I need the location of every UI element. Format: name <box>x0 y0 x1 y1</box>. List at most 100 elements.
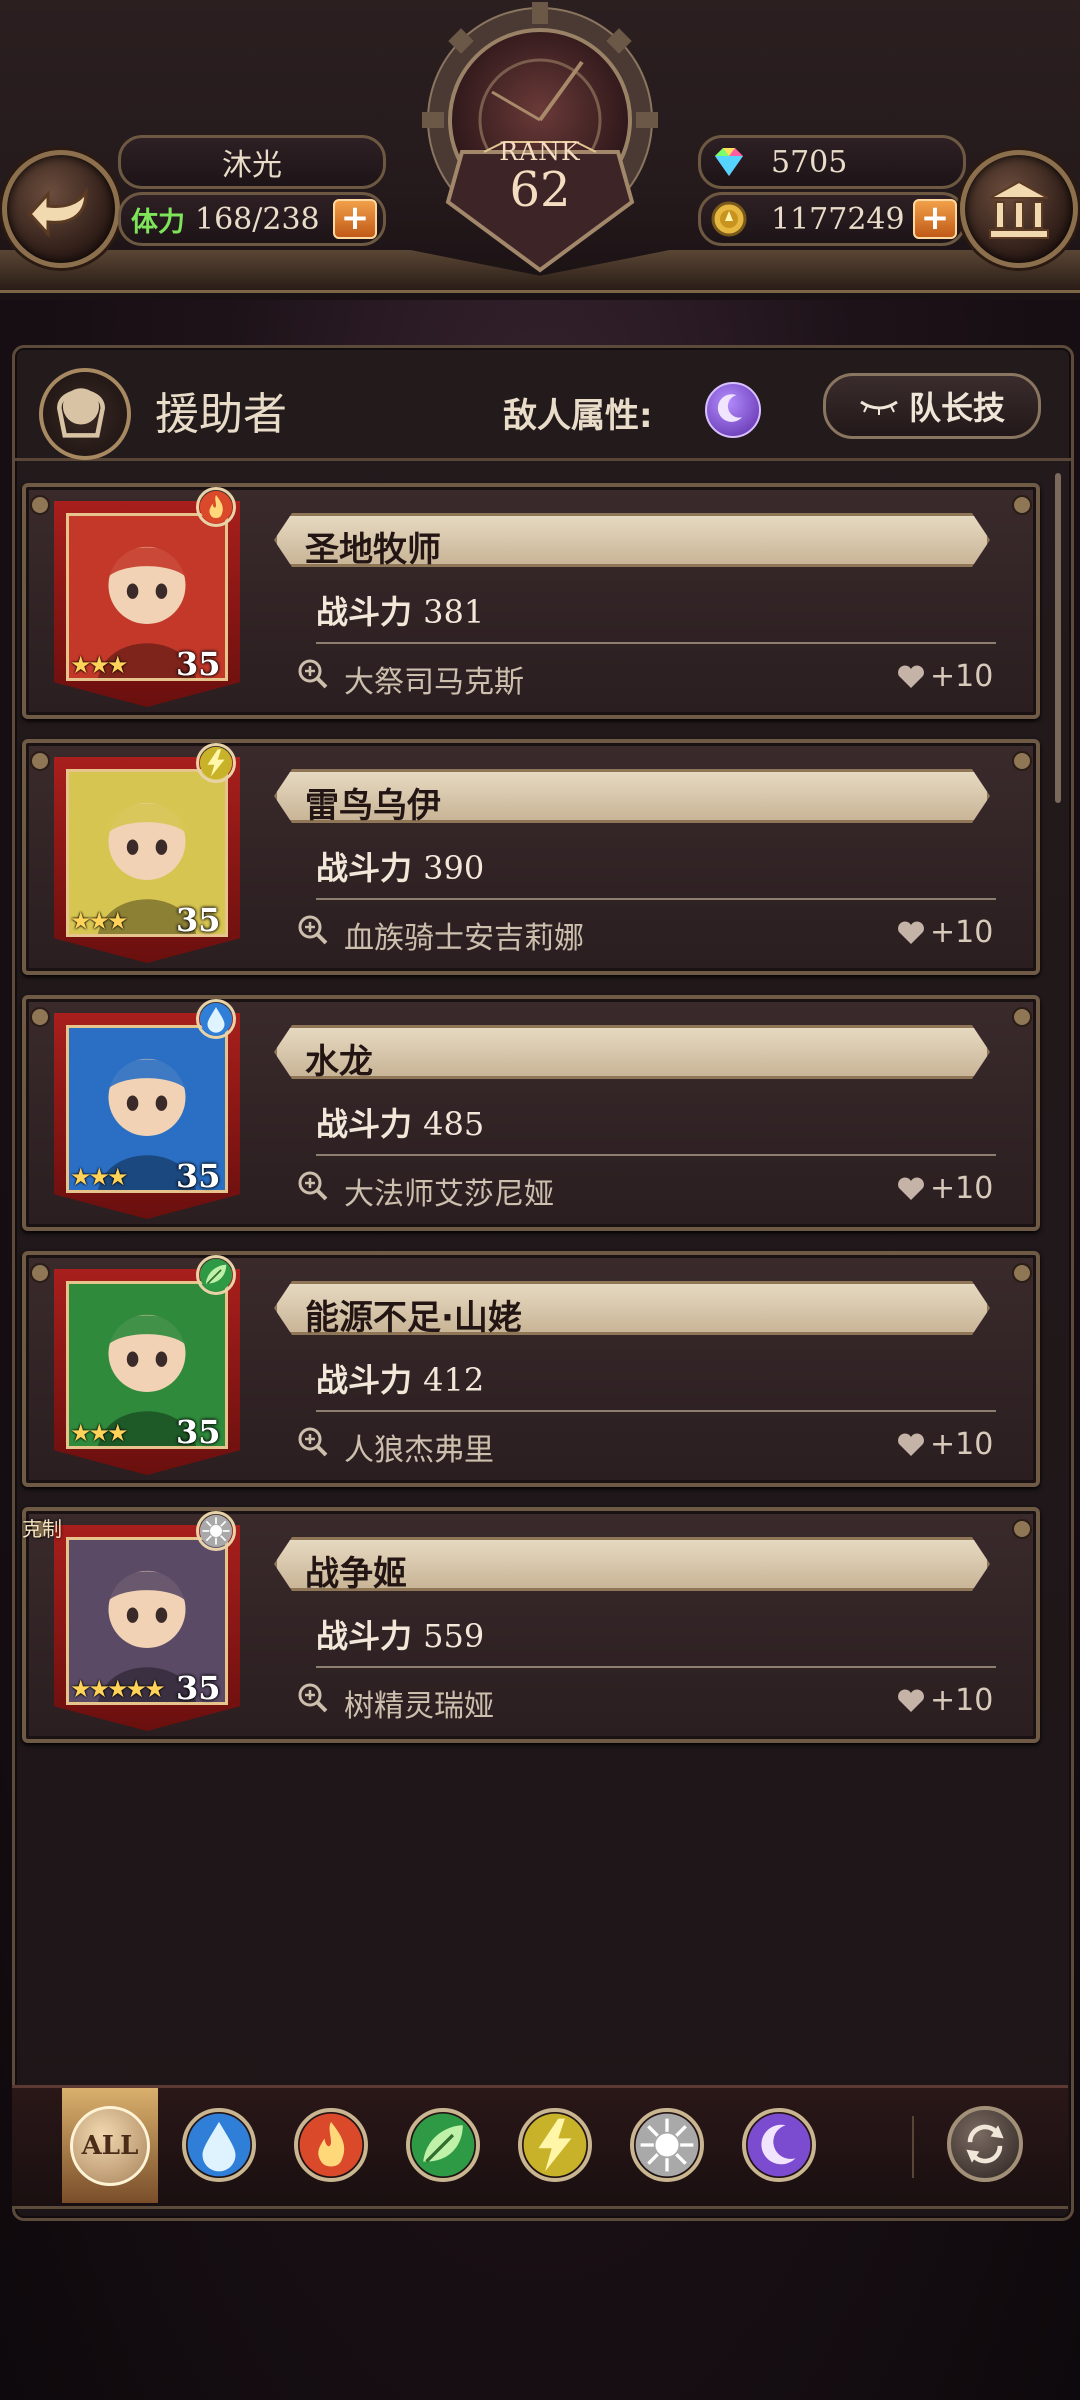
stamina-display: 体力 168/238 + <box>118 192 386 246</box>
temple-icon <box>989 180 1049 239</box>
leader-skill-label: 队长技 <box>908 389 1005 427</box>
attribute-filter-bar: ALL <box>12 2085 1068 2209</box>
lightning-icon <box>196 743 236 783</box>
filter-moon-button[interactable] <box>742 2108 816 2182</box>
heart-icon <box>898 1177 924 1200</box>
level-value: 35 <box>176 1413 221 1451</box>
divider <box>912 2116 914 2178</box>
combat-power-label: 战斗力 <box>316 849 413 887</box>
rank-medal: RANK 62 <box>392 2 688 274</box>
portrait-frame: ★★★ 35 <box>54 1269 240 1475</box>
top-bar: 沐光 体力 168/238 + RANK 62 5705 1177249 + <box>0 0 1080 300</box>
zoom-in-icon[interactable] <box>296 1681 330 1715</box>
star-rating: ★★★ <box>70 1419 129 1447</box>
zoom-in-icon[interactable] <box>296 657 330 691</box>
leader-unit-name: 大祭司马克斯 <box>344 665 524 700</box>
helper-name: 圣地牧师 <box>305 530 441 570</box>
friend-points: +10 <box>896 1171 993 1206</box>
friend-points-value: +10 <box>930 659 994 694</box>
heart-icon <box>898 665 924 688</box>
combat-power-label: 战斗力 <box>316 1617 413 1655</box>
fire-icon <box>196 487 236 527</box>
helper-name-bar: 战争姬 <box>274 1537 990 1591</box>
zoom-in-icon[interactable] <box>296 1425 330 1459</box>
light-icon <box>196 1511 236 1551</box>
portrait-frame: ★★★ 35 <box>54 1013 240 1219</box>
water-drop-icon <box>186 2112 252 2178</box>
filter-light-button[interactable] <box>630 2108 704 2182</box>
back-button[interactable] <box>2 150 120 268</box>
portrait-frame: ★★★ 35 <box>54 757 240 963</box>
panel-title: 援助者 <box>155 389 287 440</box>
card-divider <box>316 1410 996 1412</box>
leader-unit-name: 大法师艾莎尼娅 <box>344 1177 554 1212</box>
helper-portrait-icon <box>39 368 131 460</box>
gold-display: 1177249 + <box>698 192 966 246</box>
helper-card[interactable]: ★★★ 35 圣地牧师 战斗力 381 大祭司马克斯 +10 <box>22 483 1040 719</box>
heart-icon <box>898 1689 924 1712</box>
leader-unit-name: 血族骑士安吉莉娜 <box>344 921 584 956</box>
closed-eye-icon <box>860 400 898 415</box>
combat-power-value: 485 <box>423 1105 485 1143</box>
stamina-label: 体力 <box>131 206 185 238</box>
portrait-frame: ★★★ 35 <box>54 501 240 707</box>
add-stamina-button[interactable]: + <box>333 199 377 239</box>
helper-card[interactable]: ★★★★★ 35 战争姬 战斗力 559 树精灵瑞娅 +10 克制 <box>22 1507 1040 1743</box>
filter-all-label: ALL <box>70 2105 150 2186</box>
helper-name-bar: 能源不足·山姥 <box>274 1281 990 1335</box>
friend-points-value: +10 <box>930 1683 994 1718</box>
zoom-in-icon[interactable] <box>296 1169 330 1203</box>
add-gold-button[interactable]: + <box>913 199 957 239</box>
level-value: 35 <box>176 645 221 683</box>
moon-icon <box>746 2112 812 2178</box>
player-name-text: 沐光 <box>222 148 282 183</box>
card-divider <box>316 898 996 900</box>
combat-power-label: 战斗力 <box>316 1105 413 1143</box>
filter-water-drop-button[interactable] <box>182 2108 256 2182</box>
zoom-in-icon[interactable] <box>296 913 330 947</box>
helper-name-bar: 圣地牧师 <box>274 513 990 567</box>
leader-skill-button[interactable]: 队长技 <box>823 373 1041 439</box>
star-rating: ★★★ <box>70 907 129 935</box>
combat-power: 战斗力 485 <box>316 1099 484 1145</box>
card-divider <box>316 642 996 644</box>
filter-all-button[interactable]: ALL <box>62 2088 158 2203</box>
light-icon <box>634 2112 700 2178</box>
helper-name-bar: 水龙 <box>274 1025 990 1079</box>
portrait-frame: ★★★★★ 35 <box>54 1525 240 1731</box>
helper-card[interactable]: ★★★ 35 雷鸟乌伊 战斗力 390 血族骑士安吉莉娜 +10 <box>22 739 1040 975</box>
combat-power: 战斗力 381 <box>316 587 484 633</box>
helper-name: 水龙 <box>305 1042 373 1082</box>
friend-points-value: +10 <box>930 1427 994 1462</box>
friend-points: +10 <box>896 1683 993 1718</box>
gem-display: 5705 <box>698 135 966 189</box>
combat-power: 战斗力 559 <box>316 1611 484 1657</box>
helper-name-bar: 雷鸟乌伊 <box>274 769 990 823</box>
level-value: 35 <box>176 1157 221 1195</box>
friend-points: +10 <box>896 915 993 950</box>
combat-power-label: 战斗力 <box>316 593 413 631</box>
enemy-attribute-label: 敌人属性: <box>503 396 653 436</box>
helper-card[interactable]: ★★★ 35 能源不足·山姥 战斗力 412 人狼杰弗里 +10 <box>22 1251 1040 1487</box>
heart-icon <box>898 1433 924 1456</box>
helper-name: 雷鸟乌伊 <box>305 786 441 826</box>
card-divider <box>316 1666 996 1668</box>
filter-leaf-button[interactable] <box>406 2108 480 2182</box>
moon-icon <box>705 382 761 438</box>
panel-header: 援助者 敌人属性: 队长技 <box>15 348 1071 461</box>
star-rating: ★★★★★ <box>70 1675 166 1703</box>
star-rating: ★★★ <box>70 651 129 679</box>
gold-value: 1177249 <box>771 201 905 237</box>
rank-value: 62 <box>509 162 571 218</box>
scrollbar[interactable] <box>1055 473 1061 803</box>
stamina-value: 168/238 <box>195 201 320 237</box>
refresh-button[interactable] <box>947 2106 1023 2182</box>
lightning-icon <box>522 2112 588 2178</box>
combat-power: 战斗力 390 <box>316 843 484 889</box>
filter-fire-button[interactable] <box>294 2108 368 2182</box>
level-value: 35 <box>176 901 221 939</box>
leaf-icon <box>196 1255 236 1295</box>
helper-card[interactable]: ★★★ 35 水龙 战斗力 485 大法师艾莎尼娅 +10 <box>22 995 1040 1231</box>
bank-button[interactable] <box>960 150 1078 268</box>
filter-lightning-button[interactable] <box>518 2108 592 2182</box>
